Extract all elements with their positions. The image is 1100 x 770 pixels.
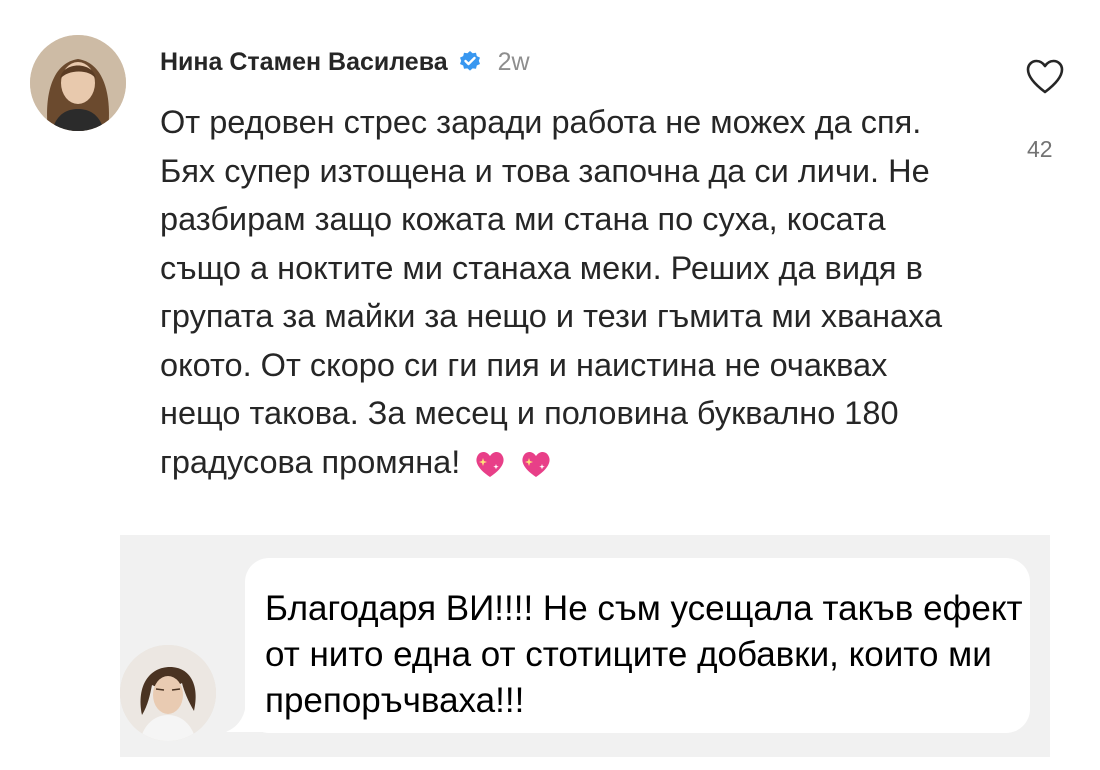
comment-body: От редовен стрес заради работа не можех …	[160, 98, 960, 486]
author-name[interactable]: Нина Стамен Василева	[160, 48, 448, 77]
reply-avatar[interactable]	[120, 645, 216, 741]
sparkling-heart-icon	[520, 444, 552, 477]
sparkling-heart-icon	[474, 444, 506, 477]
author-row: Нина Стамен Василева 2w	[160, 44, 530, 80]
reply-text: Благодаря ВИ!!!! Не съм усещала такъв еф…	[265, 589, 1023, 720]
like-count: 42	[1027, 136, 1053, 162]
author-avatar[interactable]	[30, 35, 126, 131]
comment: Нина Стамен Василева 2w От редовен стрес…	[0, 0, 1100, 530]
verified-badge-icon	[458, 50, 482, 74]
like-heart-icon[interactable]	[1025, 58, 1065, 96]
comment-text: От редовен стрес заради работа не можех …	[160, 104, 943, 480]
comment-timestamp: 2w	[497, 47, 530, 76]
